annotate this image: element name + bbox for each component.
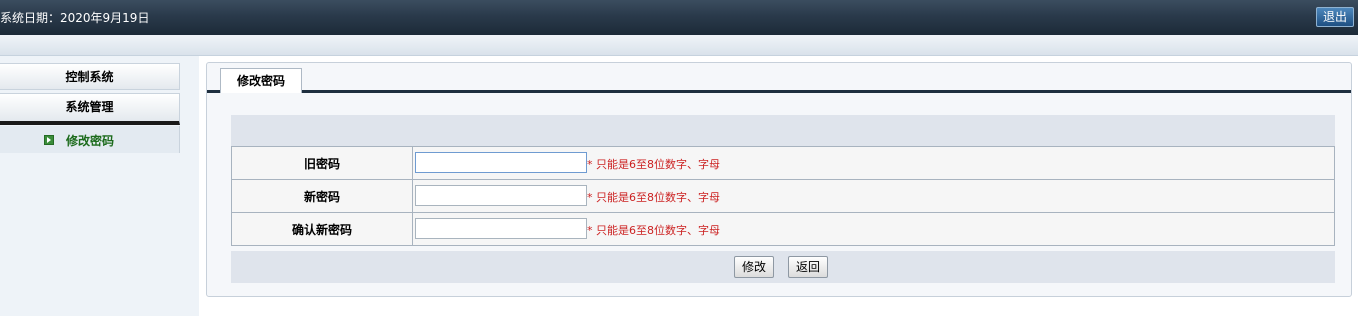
old-password-label: 旧密码	[231, 146, 413, 180]
table-row: 确认新密码 * 只能是6至8位数字、字母	[231, 212, 1335, 246]
logout-button[interactable]: 退出	[1316, 7, 1354, 27]
form-table: 旧密码 * 只能是6至8位数字、字母 新密码 * 只能是6至8位数字、字母 确认…	[231, 146, 1335, 246]
sidebar-item-system-management[interactable]: 系统管理	[0, 93, 180, 125]
tab-change-password[interactable]: 修改密码	[220, 68, 302, 93]
form-button-row: 修改 返回	[231, 251, 1335, 283]
sidebar: 控制系统 系统管理 修改密码	[0, 56, 199, 316]
sidebar-item-change-password[interactable]: 修改密码	[0, 126, 180, 153]
modify-button[interactable]: 修改	[734, 256, 774, 278]
sub-header-bar	[0, 35, 1358, 56]
new-password-hint: * 只能是6至8位数字、字母	[587, 191, 720, 204]
confirm-password-label: 确认新密码	[231, 212, 413, 246]
main-panel: 修改密码 旧密码 * 只能是6至8位数字、字母 新密码 * 只能是6至8位数字、…	[206, 62, 1352, 297]
system-date: 系统日期：2020年9月19日	[0, 11, 150, 25]
top-bar: 系统日期：2020年9月19日 退出	[0, 0, 1358, 35]
old-password-input[interactable]	[415, 152, 587, 173]
password-form: 旧密码 * 只能是6至8位数字、字母 新密码 * 只能是6至8位数字、字母 确认…	[231, 115, 1335, 283]
tab-divider	[207, 90, 1351, 93]
sidebar-item-label: 修改密码	[66, 134, 115, 148]
new-password-input[interactable]	[415, 185, 587, 206]
confirm-password-input[interactable]	[415, 218, 587, 239]
table-row: 旧密码 * 只能是6至8位数字、字母	[231, 146, 1335, 180]
table-row: 新密码 * 只能是6至8位数字、字母	[231, 179, 1335, 213]
confirm-password-hint: * 只能是6至8位数字、字母	[587, 224, 720, 237]
form-header-row	[231, 115, 1335, 146]
back-button[interactable]: 返回	[788, 256, 828, 278]
old-password-hint: * 只能是6至8位数字、字母	[587, 158, 720, 171]
sidebar-item-control-system[interactable]: 控制系统	[0, 63, 180, 90]
arrow-right-icon	[44, 135, 54, 145]
new-password-label: 新密码	[231, 179, 413, 213]
